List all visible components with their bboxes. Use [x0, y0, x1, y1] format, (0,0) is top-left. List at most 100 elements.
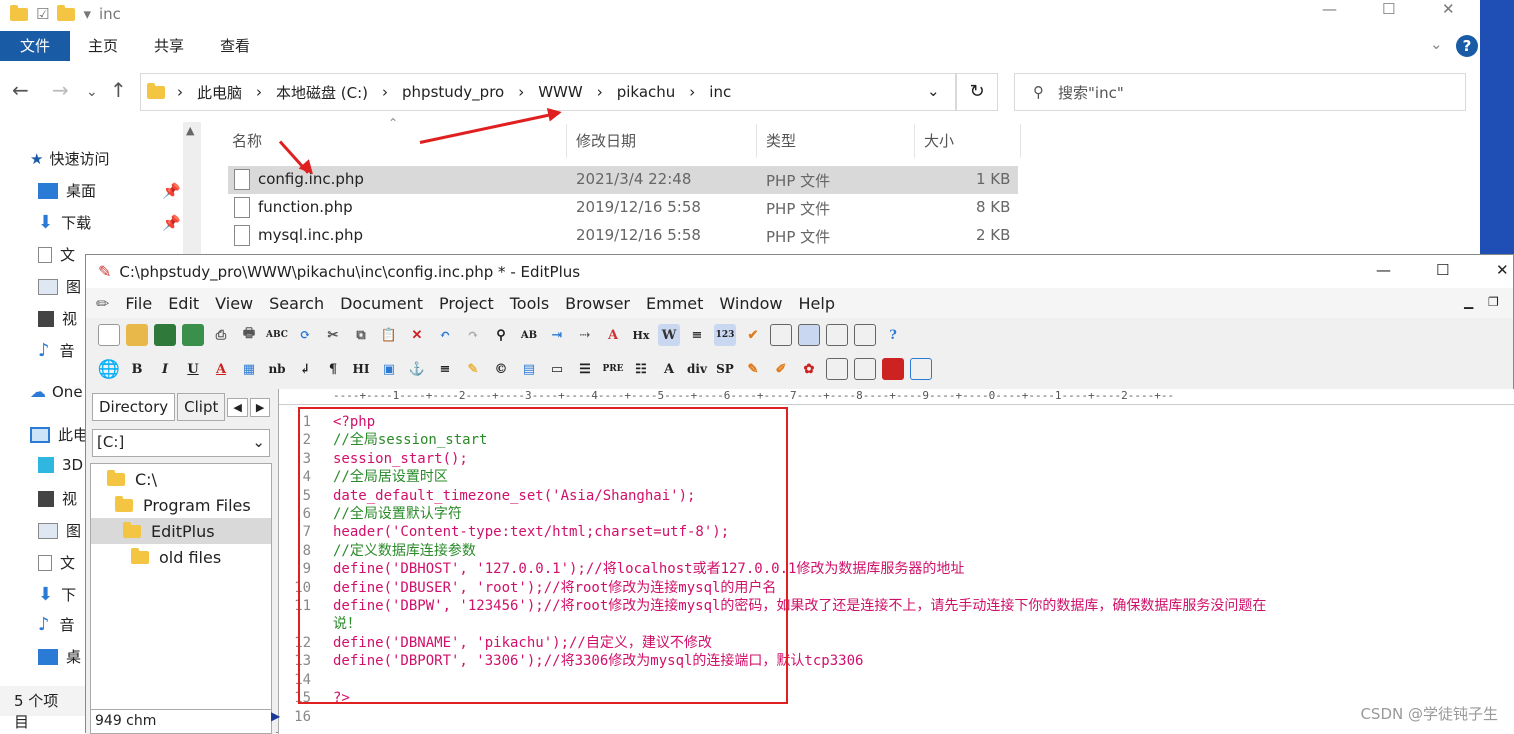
column-divider[interactable]	[1020, 124, 1021, 158]
form-icon[interactable]: ▭	[546, 358, 568, 380]
hex-icon[interactable]: Hx	[630, 324, 652, 346]
menu-browser[interactable]: Browser	[565, 294, 630, 313]
breadcrumb-item[interactable]: pikachu	[617, 83, 676, 101]
sync-icon[interactable]: ⟳	[294, 324, 316, 346]
text-icon[interactable]: A	[658, 358, 680, 380]
column-name[interactable]: 名称	[232, 130, 262, 151]
tab-scroll-right-icon[interactable]: ▶	[249, 397, 271, 417]
word-wrap-icon[interactable]: W	[658, 324, 680, 346]
mdi-restore-icon[interactable]: ❐	[1488, 295, 1499, 309]
sidebar-item-music[interactable]: ♪ 音	[38, 340, 75, 361]
menu-document[interactable]: Document	[340, 294, 423, 313]
output-window-icon[interactable]	[826, 324, 848, 346]
sidebar-item-documents[interactable]: 文	[38, 244, 75, 265]
drive-select[interactable]: [C:] ⌄	[92, 429, 270, 457]
browser-icon[interactable]: 🌐	[98, 358, 120, 380]
check-icon[interactable]: ✔	[742, 324, 764, 346]
menu-search[interactable]: Search	[269, 294, 324, 313]
sidebar-item-downloads[interactable]: ⬇ 下载	[38, 212, 91, 233]
tab-share[interactable]: 共享	[136, 31, 202, 61]
redo-icon[interactable]: ↷	[462, 324, 484, 346]
ribbon-expand-icon[interactable]: ⌄	[1430, 35, 1443, 53]
view-icon[interactable]	[770, 324, 792, 346]
maximize-icon[interactable]: ☐	[1436, 261, 1449, 279]
tree-item-selected[interactable]: EditPlus	[91, 518, 271, 544]
heading-icon[interactable]: HI	[350, 358, 372, 380]
menu-file[interactable]: File	[125, 294, 152, 313]
help-icon[interactable]: ?	[882, 324, 904, 346]
menu-help[interactable]: Help	[799, 294, 835, 313]
spellcheck-icon[interactable]: ABC	[266, 324, 288, 346]
help-icon[interactable]: ?	[1456, 35, 1478, 57]
new-file-icon[interactable]	[98, 324, 120, 346]
image-icon[interactable]: ▣	[378, 358, 400, 380]
align-icon[interactable]: ☰	[574, 358, 596, 380]
font-color-icon[interactable]: A	[210, 358, 232, 380]
pre-icon[interactable]: PRE	[602, 358, 624, 380]
sidebar-item-3d[interactable]: 3D	[38, 456, 83, 474]
style-icon[interactable]: ✿	[798, 358, 820, 380]
sidebar-item-documents2[interactable]: 文	[38, 552, 75, 573]
panel-icon[interactable]	[854, 358, 876, 380]
comment-icon[interactable]: ©	[490, 358, 512, 380]
table-row[interactable]: mysql.inc.php 2019/12/16 5:58 PHP 文件 2 K…	[228, 222, 1018, 250]
underline-icon[interactable]: U	[182, 358, 204, 380]
recent-dropdown-icon[interactable]: ⌄	[86, 84, 98, 100]
menu-project[interactable]: Project	[439, 294, 494, 313]
sidebar-item-this-pc[interactable]: 此电	[30, 424, 88, 445]
tab-cliptext[interactable]: Clipt	[177, 393, 226, 421]
sidebar-item-music2[interactable]: ♪ 音	[38, 614, 75, 635]
tab-home[interactable]: 主页	[70, 31, 136, 61]
delete-icon[interactable]: ✕	[406, 324, 428, 346]
script-icon[interactable]: ✐	[770, 358, 792, 380]
tree-item[interactable]: Program Files	[115, 496, 251, 515]
checkbox-icon[interactable]: ☑	[36, 5, 49, 23]
save-all-icon[interactable]	[182, 324, 204, 346]
line-break-icon[interactable]: ↲	[294, 358, 316, 380]
sidebar-item-pictures2[interactable]: 图	[38, 520, 81, 541]
sidebar-item-videos2[interactable]: 视	[38, 488, 77, 509]
paste-icon[interactable]: 📋	[378, 324, 400, 346]
line-number-icon[interactable]: 123	[714, 324, 736, 346]
refresh-icon[interactable]: ↻	[956, 73, 998, 111]
scroll-up-icon[interactable]: ▲	[186, 124, 194, 137]
directory-window-icon[interactable]	[798, 324, 820, 346]
replace-icon[interactable]: AB	[518, 324, 540, 346]
minimize-icon[interactable]: —	[1322, 0, 1337, 18]
nbsp-icon[interactable]: nb	[266, 358, 288, 380]
list-icon[interactable]: ☷	[630, 358, 652, 380]
mdi-minimize-icon[interactable]: ▁	[1464, 295, 1473, 309]
span-icon[interactable]: SP	[714, 358, 736, 380]
maximize-icon[interactable]: ☐	[1382, 0, 1395, 18]
menu-emmet[interactable]: Emmet	[646, 294, 703, 313]
frame-icon[interactable]	[826, 358, 848, 380]
indent-icon[interactable]: ⇢	[574, 324, 596, 346]
minimize-icon[interactable]: —	[1376, 261, 1391, 279]
tab-scroll-left-icon[interactable]: ◀	[227, 397, 248, 417]
menu-edit[interactable]: Edit	[168, 294, 199, 313]
column-divider[interactable]	[914, 124, 915, 158]
column-type[interactable]: 类型	[766, 130, 796, 151]
table-row[interactable]: config.inc.php 2021/3/4 22:48 PHP 文件 1 K…	[228, 166, 1018, 194]
forward-icon[interactable]: →	[52, 78, 69, 102]
goto-icon[interactable]: ⇥	[546, 324, 568, 346]
close-icon[interactable]: ✕	[1496, 261, 1509, 279]
breadcrumb-item[interactable]: phpstudy_pro	[402, 83, 504, 101]
sidebar-item-desktop[interactable]: 桌面	[38, 180, 96, 201]
edit-tag-icon[interactable]: ✎	[742, 358, 764, 380]
column-date[interactable]: 修改日期	[576, 130, 636, 151]
save-icon[interactable]	[154, 324, 176, 346]
cliptext-window-icon[interactable]	[854, 324, 876, 346]
bold-icon[interactable]: B	[126, 358, 148, 380]
menu-tools[interactable]: Tools	[510, 294, 549, 313]
breadcrumb-item[interactable]: 本地磁盘 (C:)	[276, 82, 368, 103]
tab-file[interactable]: 文件	[0, 31, 70, 61]
italic-icon[interactable]: I	[154, 358, 176, 380]
paragraph-icon[interactable]: ¶	[322, 358, 344, 380]
find-icon[interactable]: ⚲	[490, 324, 512, 346]
table-icon[interactable]: ▤	[518, 358, 540, 380]
breadcrumb-item[interactable]: WWW	[538, 83, 583, 101]
menu-window[interactable]: Window	[719, 294, 782, 313]
font-size-icon[interactable]: A	[602, 324, 624, 346]
sidebar-item-quick-access[interactable]: ★ 快速访问	[30, 148, 109, 169]
